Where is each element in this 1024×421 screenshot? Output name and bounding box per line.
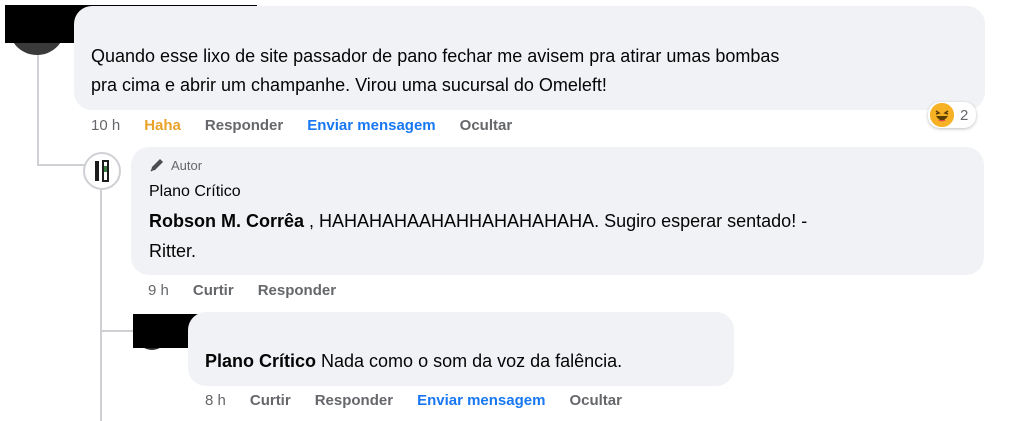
reply2-body: Nada como o som da voz da falência. bbox=[316, 351, 623, 371]
reply-text: , HAHAHAHAAHAHHAHAHAHAHA. Sugiro esperar… bbox=[304, 211, 808, 231]
mention-link[interactable]: Robson M. Corrêa bbox=[149, 211, 304, 231]
reply-button[interactable]: Responder bbox=[205, 117, 283, 134]
reply2-timestamp[interactable]: 8 h bbox=[205, 392, 226, 409]
pencil-icon bbox=[150, 159, 163, 172]
send-message-button[interactable]: Enviar mensagem bbox=[307, 117, 435, 134]
send-message-button[interactable]: Enviar mensagem bbox=[417, 392, 545, 409]
author-reply-bubble: Autor Plano Crítico Robson M. Corrêa , H… bbox=[131, 147, 984, 275]
comment-timestamp[interactable]: 10 h bbox=[91, 117, 120, 134]
plano-critico-logo-icon bbox=[95, 160, 109, 182]
reply1-timestamp[interactable]: 9 h bbox=[148, 282, 169, 299]
hide-button[interactable]: Ocultar bbox=[569, 392, 622, 409]
comment-bubble: Quando esse lixo de site passador de pan… bbox=[74, 6, 985, 110]
haha-reaction-button[interactable]: Haha bbox=[144, 117, 181, 134]
reply1-actions: 9 h Curtir Responder bbox=[148, 282, 360, 299]
thread-line-reply bbox=[100, 190, 102, 421]
thread-line-curve bbox=[37, 164, 89, 166]
reaction-summary[interactable]: 2 bbox=[928, 102, 977, 128]
reaction-count: 2 bbox=[960, 106, 969, 124]
like-button[interactable]: Curtir bbox=[193, 282, 234, 299]
author-badge-label: Autor bbox=[171, 157, 203, 173]
comment-actions: 10 h Haha Responder Enviar mensagem Ocul… bbox=[91, 117, 536, 134]
reply-text-line2: Ritter. bbox=[149, 241, 197, 261]
like-button[interactable]: Curtir bbox=[250, 392, 291, 409]
reply2-actions: 8 h Curtir Responder Enviar mensagem Ocu… bbox=[205, 392, 646, 409]
mention-link[interactable]: Plano Crítico bbox=[205, 351, 316, 371]
reply-button[interactable]: Responder bbox=[258, 282, 336, 299]
comment-text-line1: Quando esse lixo de site passador de pan… bbox=[91, 46, 780, 66]
laughing-emoji-icon bbox=[930, 103, 954, 127]
reply-text-line1: Robson M. Corrêa , HAHAHAHAAHAHHAHAHAHAH… bbox=[149, 209, 807, 234]
author-name[interactable]: Plano Crítico bbox=[149, 183, 241, 201]
reply2-bubble: Plano Crítico Nada como o som da voz da … bbox=[188, 312, 734, 386]
hide-button[interactable]: Ocultar bbox=[460, 117, 513, 134]
reply-button[interactable]: Responder bbox=[315, 392, 393, 409]
author-badge: Autor bbox=[149, 157, 202, 173]
author-avatar[interactable] bbox=[83, 152, 121, 190]
thread-line-main bbox=[37, 48, 39, 166]
reply2-text: Plano Crítico Nada como o som da voz da … bbox=[205, 349, 622, 374]
comment-text-line2: pra cima e abrir um champanhe. Virou uma… bbox=[91, 75, 607, 95]
thread-line-reply-curve bbox=[100, 330, 136, 332]
